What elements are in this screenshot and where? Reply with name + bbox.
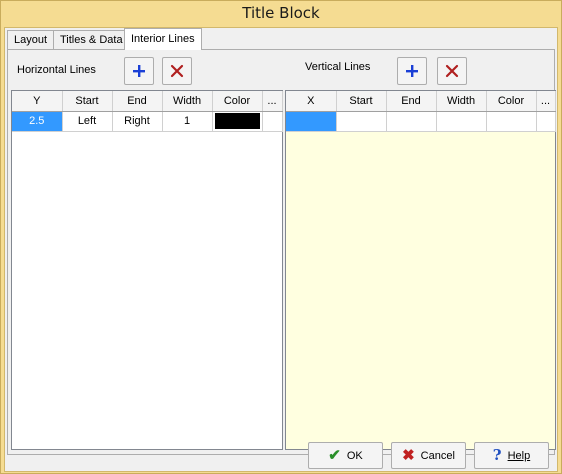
cell-color[interactable] xyxy=(486,111,537,132)
cell-start[interactable] xyxy=(336,111,387,132)
dialog-window: Title Block Layout Titles & Data Interio… xyxy=(0,0,562,474)
tab-interior-lines[interactable]: Interior Lines xyxy=(124,28,202,50)
delete-vertical-line-button[interactable] xyxy=(437,57,467,85)
cell-end[interactable] xyxy=(386,111,437,132)
horizontal-lines-grid[interactable]: Y Start End Width Color ... 2.5 Left Rig xyxy=(11,90,283,450)
ok-button-label: OK xyxy=(346,449,363,462)
x-delete-icon xyxy=(445,64,459,78)
cell-more[interactable] xyxy=(536,111,556,132)
tab-titles-data[interactable]: Titles & Data xyxy=(53,30,130,50)
horizontal-grid-header: Y Start End Width Color ... xyxy=(12,91,283,112)
column-header-start[interactable]: Start xyxy=(62,91,113,112)
cell-color[interactable] xyxy=(212,111,263,132)
table-row[interactable] xyxy=(286,111,556,132)
vertical-grid-header: X Start End Width Color ... xyxy=(286,91,556,112)
add-horizontal-line-button[interactable] xyxy=(124,57,154,85)
color-swatch[interactable] xyxy=(214,113,260,129)
dialog-client: Layout Titles & Data Interior Lines Hori… xyxy=(4,27,558,472)
checkmark-icon: ✔ xyxy=(328,447,341,464)
column-header-end[interactable]: End xyxy=(112,91,163,112)
interior-lines-panel: Horizontal Lines Vertical Lines Y Start … xyxy=(7,49,556,455)
cell-y[interactable]: 2.5 xyxy=(12,111,63,132)
vertical-lines-label: Vertical Lines xyxy=(305,61,371,73)
x-cancel-icon: ✖ xyxy=(402,447,415,464)
x-delete-icon xyxy=(170,64,184,78)
ok-button[interactable]: ✔ OK xyxy=(308,442,383,469)
plus-icon xyxy=(133,65,145,77)
column-header-y[interactable]: Y xyxy=(12,91,63,112)
table-row[interactable]: 2.5 Left Right 1 xyxy=(12,111,283,132)
help-button[interactable]: ? Help xyxy=(474,442,549,469)
column-header-color[interactable]: Color xyxy=(212,91,263,112)
column-header-width[interactable]: Width xyxy=(162,91,213,112)
tab-layout[interactable]: Layout xyxy=(7,30,55,50)
vertical-lines-grid[interactable]: X Start End Width Color ... xyxy=(285,90,556,450)
cancel-button-label: Cancel xyxy=(420,449,455,462)
column-header-x[interactable]: X xyxy=(286,91,337,112)
cell-width[interactable] xyxy=(436,111,487,132)
help-button-label: Help xyxy=(507,449,531,462)
cell-width[interactable]: 1 xyxy=(162,111,213,132)
cell-more[interactable] xyxy=(262,111,283,132)
column-header-start[interactable]: Start xyxy=(336,91,387,112)
delete-horizontal-line-button[interactable] xyxy=(162,57,192,85)
cell-x[interactable] xyxy=(286,111,337,132)
plus-icon xyxy=(406,65,418,77)
horizontal-lines-label: Horizontal Lines xyxy=(17,64,96,76)
window-title: Title Block xyxy=(242,4,320,22)
add-vertical-line-button[interactable] xyxy=(397,57,427,85)
column-header-more[interactable]: ... xyxy=(262,91,283,112)
column-header-end[interactable]: End xyxy=(386,91,437,112)
cancel-button[interactable]: ✖ Cancel xyxy=(391,442,466,469)
cell-end[interactable]: Right xyxy=(112,111,163,132)
column-header-more[interactable]: ... xyxy=(536,91,556,112)
column-header-color[interactable]: Color xyxy=(486,91,537,112)
question-mark-icon: ? xyxy=(492,446,502,464)
column-header-width[interactable]: Width xyxy=(436,91,487,112)
cell-start[interactable]: Left xyxy=(62,111,113,132)
